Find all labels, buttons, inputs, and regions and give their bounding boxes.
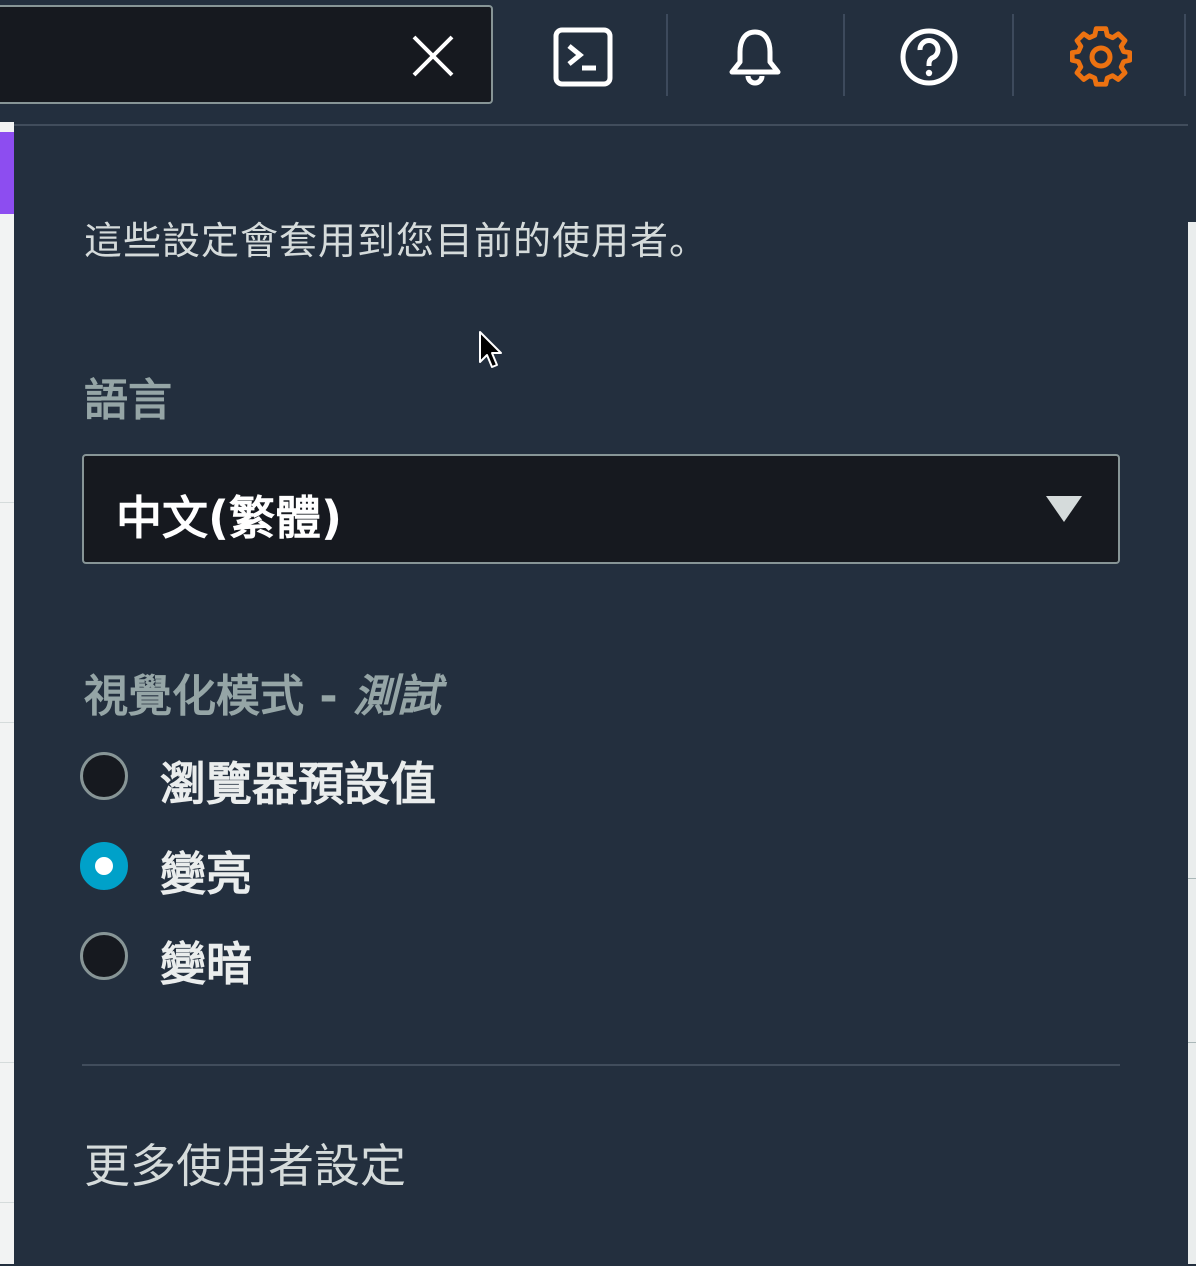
- bell-icon: [729, 29, 781, 86]
- caret-down-icon: [1046, 496, 1082, 522]
- help-button[interactable]: [898, 26, 960, 88]
- nav-divider: [666, 14, 668, 96]
- close-icon: [412, 35, 454, 77]
- radio-button-checked[interactable]: [80, 842, 128, 890]
- radio-button[interactable]: [80, 932, 128, 980]
- nav-divider: [1012, 14, 1014, 96]
- settings-button[interactable]: [1069, 26, 1133, 88]
- language-select[interactable]: 中文(繁體): [82, 454, 1120, 564]
- search-box: [0, 5, 493, 104]
- cloudshell-button[interactable]: [552, 26, 614, 88]
- radio-button[interactable]: [80, 752, 128, 800]
- search-input[interactable]: [8, 7, 392, 104]
- help-icon: [900, 28, 958, 86]
- radio-label: 變暗: [160, 937, 252, 991]
- section-divider: [82, 1064, 1120, 1066]
- more-user-settings-link[interactable]: 更多使用者設定: [84, 1130, 406, 1196]
- background-page-right: [1188, 222, 1196, 1264]
- language-select-value: 中文(繁體): [116, 491, 343, 545]
- settings-description: 這些設定會套用到您目前的使用者。: [84, 219, 709, 263]
- user-settings-panel: 這些設定會套用到您目前的使用者。 語言 中文(繁體) 視覺化模式 - 測試 瀏覽…: [14, 124, 1188, 1266]
- mouse-cursor-icon: [479, 331, 502, 368]
- radio-label: 變亮: [160, 847, 252, 901]
- beta-tag: 測試: [352, 671, 441, 722]
- notifications-button[interactable]: [724, 26, 786, 88]
- gear-icon: [1069, 26, 1133, 87]
- clear-search-button[interactable]: [408, 31, 458, 81]
- nav-divider: [1184, 14, 1186, 96]
- visual-mode-label: 視覺化模式 - 測試: [84, 660, 441, 724]
- top-navigation-bar: [0, 0, 1196, 122]
- visual-mode-label-text: 視覺化模式 -: [84, 671, 353, 722]
- radio-label: 瀏覽器預設值: [160, 757, 436, 811]
- language-label: 語言: [84, 375, 172, 426]
- cloudshell-icon: [553, 27, 613, 87]
- background-accent: [0, 132, 14, 214]
- background-page-left: [0, 122, 14, 1264]
- nav-divider: [843, 14, 845, 96]
